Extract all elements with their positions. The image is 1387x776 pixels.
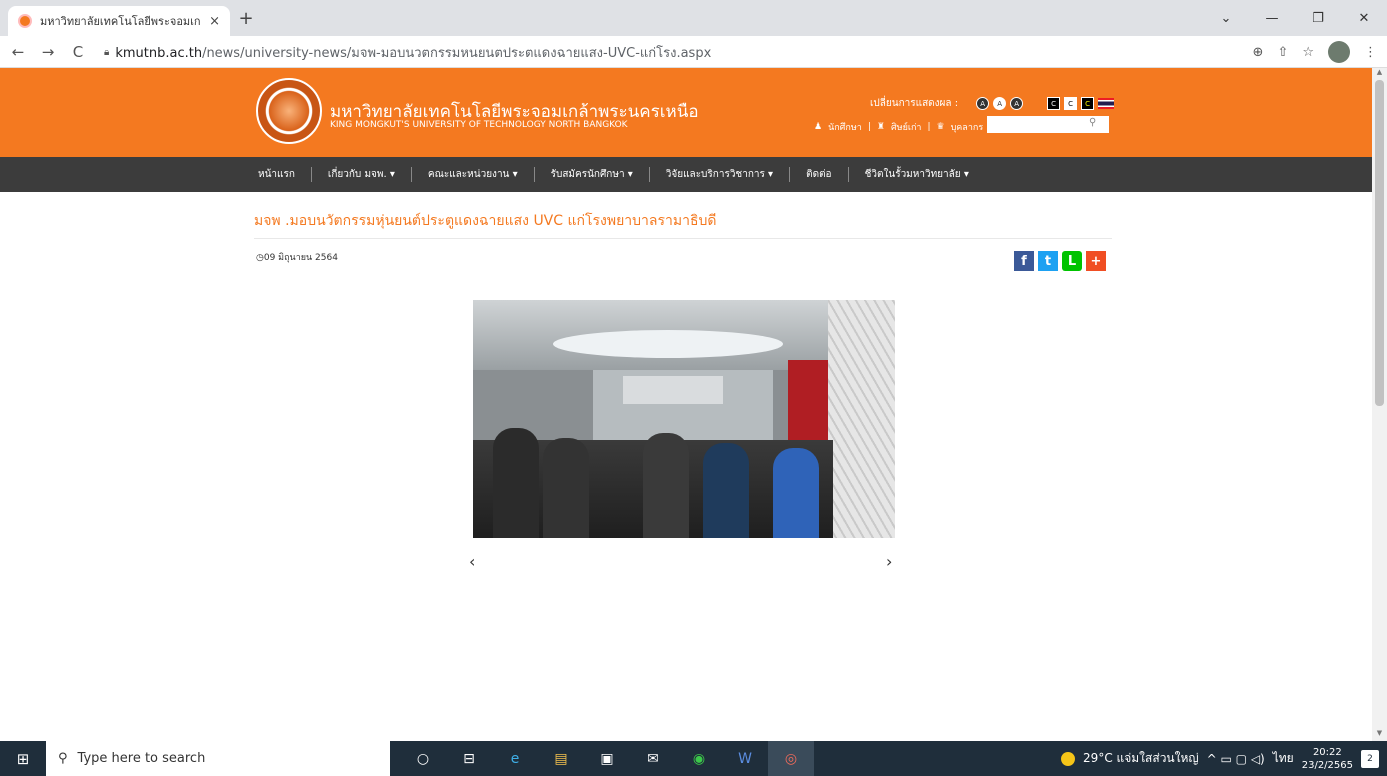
address-bar[interactable]: 🔒︎ kmutnb.ac.th/news/university-news/มจพ… — [104, 40, 1277, 64]
window-controls: ⌄ — ❐ ✕ — [1203, 0, 1387, 36]
nav-item-faculties[interactable]: คณะและหน่วยงาน ▾ — [412, 167, 535, 182]
twitter-share-icon[interactable]: t — [1038, 251, 1058, 271]
user-links: ♟ นักศึกษา | ♜ ศิษย์เก่า | ♛ บุคลากร — [814, 120, 984, 134]
line-share-icon[interactable]: L — [1062, 251, 1082, 271]
scroll-up-arrow-icon[interactable]: ▲ — [1372, 68, 1387, 80]
weather-text[interactable]: 29°C แจ่มใสส่วนใหญ่ — [1083, 749, 1199, 768]
nav-item-campus-life[interactable]: ชีวิตในรั้วมหาวิทยาลัย ▾ — [849, 167, 985, 182]
more-share-icon[interactable]: + — [1086, 251, 1106, 271]
close-window-button[interactable]: ✕ — [1341, 0, 1387, 36]
thai-flag-icon[interactable] — [1098, 98, 1115, 109]
profile-avatar-icon[interactable] — [1328, 41, 1350, 63]
forward-button[interactable]: → — [36, 43, 60, 61]
main-nav: หน้าแรก เกี่ยวกับ มจพ. ▾ คณะและหน่วยงาน … — [0, 157, 1372, 192]
link-alumni[interactable]: ศิษย์เก่า — [891, 120, 922, 134]
reload-button[interactable]: C — [66, 43, 90, 61]
slide-next-button[interactable]: › — [886, 552, 892, 571]
contrast-dark-button[interactable]: C — [1047, 97, 1061, 110]
tab-close-icon[interactable]: × — [209, 14, 220, 29]
system-tray: 29°C แจ่มใสส่วนใหญ่ ^ ▭ ▢ ◁) ไทย 20:22 2… — [1061, 741, 1387, 776]
notification-center-icon[interactable]: 2 — [1361, 749, 1379, 768]
facebook-share-icon[interactable]: f — [1014, 251, 1034, 271]
windows-start-icon[interactable]: ⊞ — [0, 741, 46, 776]
tray-icons[interactable]: ^ ▭ ▢ ◁) — [1207, 752, 1265, 766]
nav-item-research[interactable]: วิจัยและบริการวิชาการ ▾ — [650, 167, 791, 182]
task-view-icon[interactable]: ⊟ — [446, 741, 492, 776]
share-icon[interactable]: ⇧ — [1277, 45, 1288, 60]
input-language[interactable]: ไทย — [1273, 749, 1294, 768]
scroll-down-arrow-icon[interactable]: ▼ — [1372, 729, 1387, 741]
link-staff[interactable]: บุคลากร — [951, 120, 984, 134]
site-header: มหาวิทยาลัยเทคโนโลยีพระจอมเกล้าพระนครเหน… — [0, 68, 1372, 157]
share-buttons: f t L + — [1014, 251, 1106, 271]
page-viewport: มหาวิทยาลัยเทคโนโลยีพระจอมเกล้าพระนครเหน… — [0, 68, 1372, 741]
toolbar-actions: ⊕ ⇧ ☆ ⋮ — [1253, 40, 1377, 64]
cortana-icon[interactable]: ○ — [400, 741, 446, 776]
file-explorer-icon[interactable]: ▤ — [538, 741, 584, 776]
nav-item-contact[interactable]: ติดต่อ — [790, 167, 849, 182]
weather-moon-icon[interactable] — [1061, 751, 1076, 766]
store-icon[interactable]: ▣ — [584, 741, 630, 776]
browser-tab[interactable]: มหาวิทยาลัยเทคโนโลยีพระจอมเกล้าพระ × — [8, 6, 230, 36]
title-divider — [254, 238, 1112, 239]
display-options-label: เปลี่ยนการแสดงผล : — [870, 98, 959, 109]
kmutnb-favicon-icon — [18, 14, 32, 28]
minimize-button[interactable]: — — [1249, 0, 1295, 36]
line-app-icon[interactable]: ◉ — [676, 741, 722, 776]
browser-menu-icon[interactable]: ⋮ — [1364, 45, 1377, 60]
taskbar-search-icon: ⚲ — [58, 751, 68, 766]
browser-tabbar: มหาวิทยาลัยเทคโนโลยีพระจอมเกล้าพระ × + ⌄… — [0, 0, 1387, 36]
url-host: kmutnb.ac.th — [115, 45, 203, 61]
new-tab-button[interactable]: + — [236, 8, 256, 29]
publish-date: ◷09 มิถุนายน 2564 — [256, 250, 338, 264]
chrome-icon[interactable]: ◎ — [768, 741, 814, 776]
restore-button[interactable]: ❐ — [1295, 0, 1341, 36]
contrast-light-button[interactable]: C — [1064, 97, 1078, 110]
tab-search-chevron-icon[interactable]: ⌄ — [1203, 0, 1249, 36]
back-button[interactable]: ← — [6, 43, 30, 61]
contrast-yellow-button[interactable]: C — [1081, 97, 1095, 110]
nav-item-about[interactable]: เกี่ยวกับ มจพ. ▾ — [312, 167, 412, 182]
student-user-icon: ♟ — [814, 122, 823, 132]
taskbar-clock[interactable]: 20:22 23/2/2565 — [1302, 746, 1353, 772]
tab-title: มหาวิทยาลัยเทคโนโลยีพระจอมเกล้าพระ — [40, 15, 201, 28]
zoom-icon[interactable]: ⊕ — [1253, 45, 1264, 60]
word-icon[interactable]: W — [722, 741, 768, 776]
slide-prev-button[interactable]: ‹ — [469, 552, 475, 571]
font-size-large-button[interactable]: A — [1010, 97, 1024, 110]
site-name-english[interactable]: KING MONGKUT'S UNIVERSITY OF TECHNOLOGY … — [330, 120, 628, 130]
browser-toolbar: ← → C 🔒︎ kmutnb.ac.th/news/university-ne… — [0, 36, 1387, 68]
mail-icon[interactable]: ✉ — [630, 741, 676, 776]
font-size-small-button[interactable]: A — [976, 97, 990, 110]
taskbar-search[interactable]: ⚲ Type here to search — [46, 741, 390, 776]
taskbar-search-placeholder: Type here to search — [77, 751, 206, 766]
university-seal-logo[interactable] — [256, 78, 322, 144]
publish-date-text: 09 มิถุนายน 2564 — [263, 253, 338, 263]
clock-date: 23/2/2565 — [1301, 759, 1353, 771]
display-options: เปลี่ยนการแสดงผล : A A A C C C — [870, 96, 1115, 111]
lock-icon[interactable]: 🔒︎ — [104, 47, 109, 58]
font-size-medium-button[interactable]: A — [993, 97, 1007, 110]
taskbar-apps: ○ ⊟ e ▤ ▣ ✉ ◉ W ◎ — [400, 741, 814, 776]
nav-item-admissions[interactable]: รับสมัครนักศึกษา ▾ — [535, 167, 650, 182]
staff-icon: ♛ — [936, 122, 945, 132]
article-photo — [473, 300, 895, 538]
nav-item-home[interactable]: หน้าแรก — [258, 167, 312, 182]
search-icon[interactable]: ⚲ — [1089, 117, 1096, 128]
url-text[interactable]: kmutnb.ac.th/news/university-news/มจพ-มอ… — [115, 42, 711, 63]
page-scrollbar[interactable]: ▲ ▼ — [1372, 68, 1387, 741]
url-path: /news/university-news/มจพ-มอบนวตกรรมหนยน… — [202, 45, 712, 61]
edge-icon[interactable]: e — [492, 741, 538, 776]
article-title: มจพ .มอบนวัตกรรมหุ่นยนต์ประตูแดงฉายแสง U… — [254, 213, 717, 229]
clock-time: 20:22 — [1312, 746, 1342, 758]
clock-icon: ◷ — [256, 253, 264, 263]
alumni-icon: ♜ — [876, 122, 885, 132]
link-students[interactable]: นักศึกษา — [828, 120, 862, 134]
bookmark-star-icon[interactable]: ☆ — [1302, 45, 1314, 60]
windows-taskbar: ⊞ ⚲ Type here to search ○ ⊟ e ▤ ▣ ✉ ◉ W … — [0, 741, 1387, 776]
scroll-thumb[interactable] — [1375, 80, 1384, 406]
